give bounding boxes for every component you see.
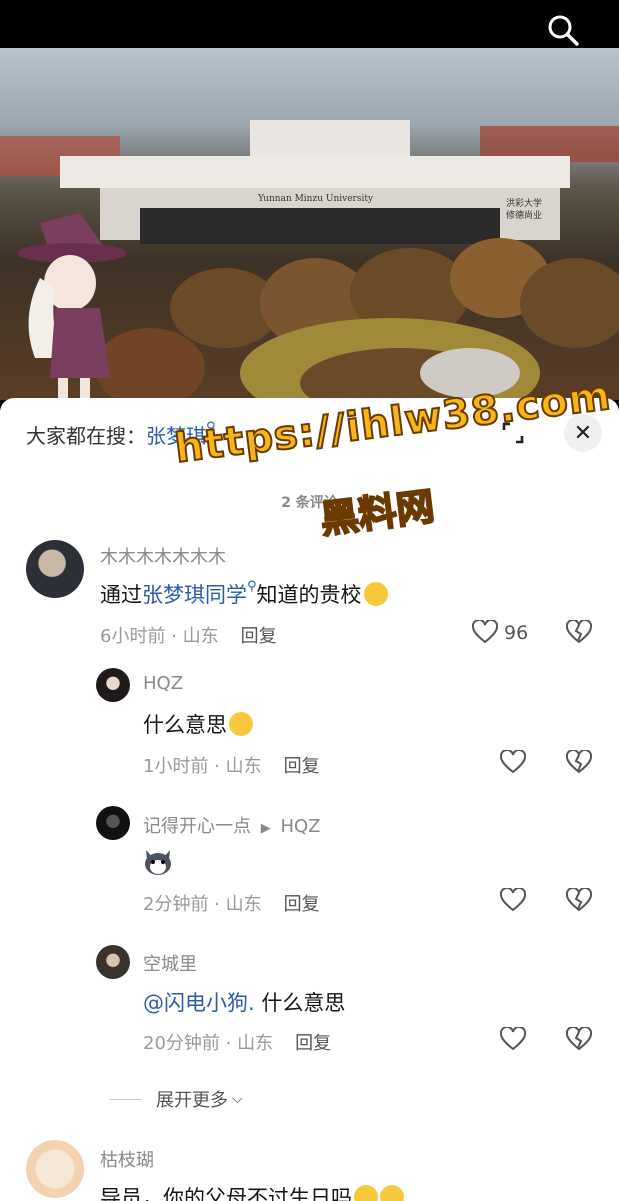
reply-meta: 20分钟前 · 山东 回复	[143, 1029, 331, 1055]
avatar[interactable]	[96, 945, 130, 979]
husky-emoji-icon	[145, 850, 171, 875]
like-heart-icon[interactable]	[500, 750, 526, 774]
reply-author: 记得开心一点 ▶ HQZ	[143, 812, 321, 838]
like-count: 96	[504, 622, 529, 644]
reply-button[interactable]: 回复	[284, 756, 320, 777]
reply-text-part: 什么意思	[254, 991, 346, 1015]
like-heart-icon[interactable]	[500, 888, 526, 912]
flushed-emoji	[354, 1185, 378, 1201]
comment-keyword-link[interactable]: 张梦琪同学	[142, 583, 247, 607]
comment-meta: 6小时前 · 山东 回复	[100, 622, 277, 648]
reply-author[interactable]: HQZ	[143, 673, 183, 694]
reply-time-location: 1小时前 · 山东	[143, 756, 262, 777]
comment-sheet: 大家都在搜：张梦琪⚲ ✕ 2 条评论 木木木木木木木 通过张梦琪同学⚲知道的贵校…	[0, 398, 619, 1201]
expand-more-label: 展开更多	[156, 1090, 228, 1111]
video-frame[interactable]: Yunnan Minzu University 洪彩大学 修德尚业	[0, 48, 619, 400]
reply-text-part: 什么意思	[143, 713, 227, 737]
flushed-emoji	[380, 1185, 404, 1201]
dislike-heart-icon[interactable]	[566, 750, 592, 774]
avatar[interactable]	[26, 540, 84, 598]
hot-search-label: 大家都在搜：	[26, 424, 146, 448]
gate-sign: Yunnan Minzu University	[258, 194, 374, 204]
reply-text: @闪电小狗. 什么意思	[143, 987, 345, 1017]
dislike-heart-icon[interactable]	[566, 1027, 592, 1051]
comment-time-location: 6小时前 · 山东	[100, 626, 219, 647]
reply-button[interactable]: 回复	[284, 894, 320, 915]
reply-time-location: 2分钟前 · 山东	[143, 894, 262, 915]
reply-author-name[interactable]: 记得开心一点	[143, 816, 251, 837]
dislike-heart-icon[interactable]	[566, 620, 592, 644]
watermark: https://ihlw38.com 黑料网	[171, 372, 614, 543]
comment-text-part: 导员，你的父母不过生日吗	[100, 1186, 352, 1201]
reply-arrow-icon: ▶	[260, 821, 271, 836]
dislike-heart-icon[interactable]	[566, 888, 592, 912]
reply-button[interactable]: 回复	[241, 626, 277, 647]
divider-line	[110, 1098, 142, 1100]
reply-text	[143, 848, 173, 881]
avatar[interactable]	[26, 1140, 84, 1198]
close-icon: ✕	[573, 420, 593, 446]
reply-author[interactable]: 空城里	[143, 950, 197, 976]
laughing-emoji	[363, 582, 388, 606]
flushed-emoji	[229, 712, 253, 736]
reply-time-location: 20分钟前 · 山东	[143, 1033, 274, 1054]
mention-link[interactable]: @闪电小狗.	[143, 991, 255, 1015]
comment-author[interactable]: 枯枝瑚	[100, 1146, 154, 1172]
comment-text: 通过张梦琪同学⚲知道的贵校	[100, 579, 388, 609]
reply-text: 什么意思	[143, 709, 253, 739]
chevron-down-icon: ⌵	[232, 1091, 243, 1107]
avatar[interactable]	[96, 668, 130, 702]
reply-button[interactable]: 回复	[295, 1033, 331, 1054]
like-heart-icon[interactable]	[472, 620, 498, 644]
reply-to-name[interactable]: HQZ	[280, 816, 320, 837]
comment-text-part: 通过	[100, 583, 142, 607]
gate-sign-right: 洪彩大学 修德尚业	[506, 199, 543, 221]
comment-text-part: 知道的贵校	[256, 583, 362, 607]
comment-author[interactable]: 木木木木木木木	[100, 543, 226, 569]
avatar[interactable]	[96, 806, 130, 840]
comment-count: 2 条评论	[281, 495, 338, 511]
reply-meta: 2分钟前 · 山东 回复	[143, 890, 320, 916]
like-heart-icon[interactable]	[500, 1027, 526, 1051]
comment-text: 导员，你的父母不过生日吗	[100, 1182, 404, 1201]
search-small-icon: ⚲	[247, 579, 257, 594]
top-bar	[0, 0, 619, 52]
reply-meta: 1小时前 · 山东 回复	[143, 752, 320, 778]
search-icon[interactable]	[547, 14, 579, 46]
expand-more-button[interactable]: 展开更多 ⌵	[110, 1086, 243, 1112]
witch-sticker	[17, 213, 127, 400]
